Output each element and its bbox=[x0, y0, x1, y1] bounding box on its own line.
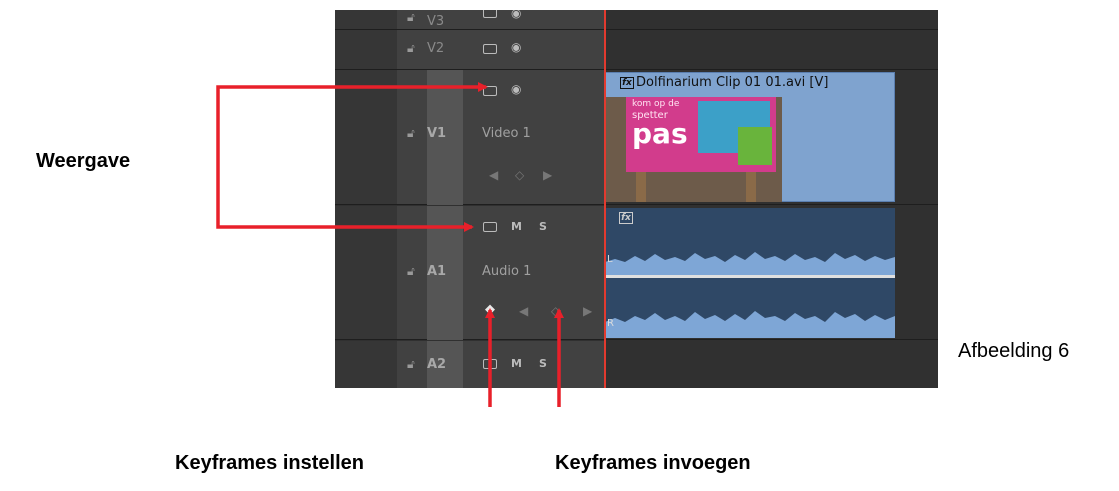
figure-caption: Afbeelding 6 bbox=[958, 340, 1070, 362]
annotation-arrows bbox=[216, 82, 564, 407]
label-keyframes-invoegen: Keyframes invoegen bbox=[555, 452, 751, 474]
label-keyframes-instellen: Keyframes instellen bbox=[175, 452, 364, 474]
arrow-weergave bbox=[216, 85, 474, 232]
label-weergave: Weergave bbox=[36, 150, 131, 172]
